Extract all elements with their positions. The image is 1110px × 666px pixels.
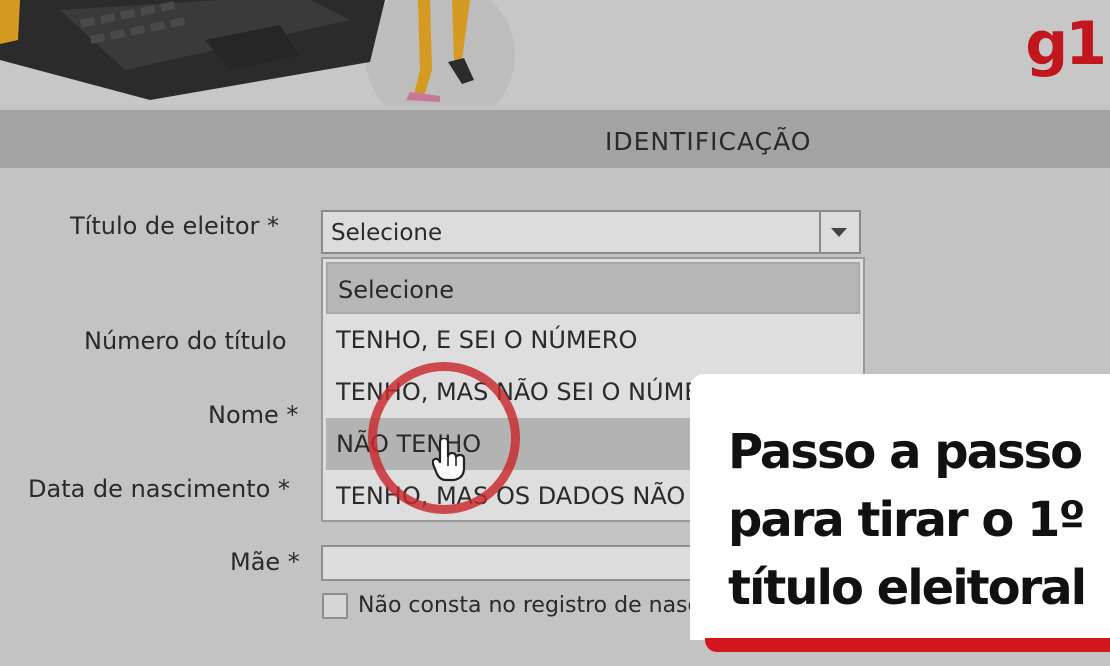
promo-card-accent [705, 638, 1110, 652]
promo-line-3: título eleitoral [728, 560, 1087, 616]
promo-line-2: para tirar o 1º [728, 492, 1086, 548]
numero-titulo-label: Número do título [84, 327, 287, 355]
laptop-illustration [0, 0, 515, 105]
option-tenho-sei-numero[interactable]: TENHO, E SEI O NÚMERO [326, 314, 860, 366]
titulo-label: Título de eleitor * [70, 212, 280, 240]
promo-title: Passo a passo para tirar o 1º título ele… [728, 418, 1098, 622]
titulo-eleitor-select[interactable]: Selecione [321, 210, 861, 254]
data-nascimento-label: Data de nascimento * [28, 475, 290, 503]
hand-cursor-icon [432, 438, 466, 482]
mae-nao-consta-label: Não consta no registro de nascimento [358, 593, 693, 618]
select-arrow-button[interactable] [819, 212, 859, 252]
mae-input[interactable] [321, 545, 701, 581]
section-title: IDENTIFICAÇÃO [605, 127, 812, 156]
nome-label: Nome * [208, 401, 299, 429]
option-selecione[interactable]: Selecione [326, 262, 860, 314]
promo-line-1: Passo a passo [728, 424, 1083, 480]
chevron-down-icon [831, 228, 847, 237]
mae-label: Mãe * [230, 548, 300, 576]
g1-logo: g1 [1025, 9, 1107, 79]
mae-nao-consta-checkbox[interactable] [322, 593, 348, 619]
hero-illustration: g1 [0, 0, 1110, 105]
select-value: Selecione [331, 220, 443, 246]
section-header: IDENTIFICAÇÃO [0, 110, 1110, 168]
